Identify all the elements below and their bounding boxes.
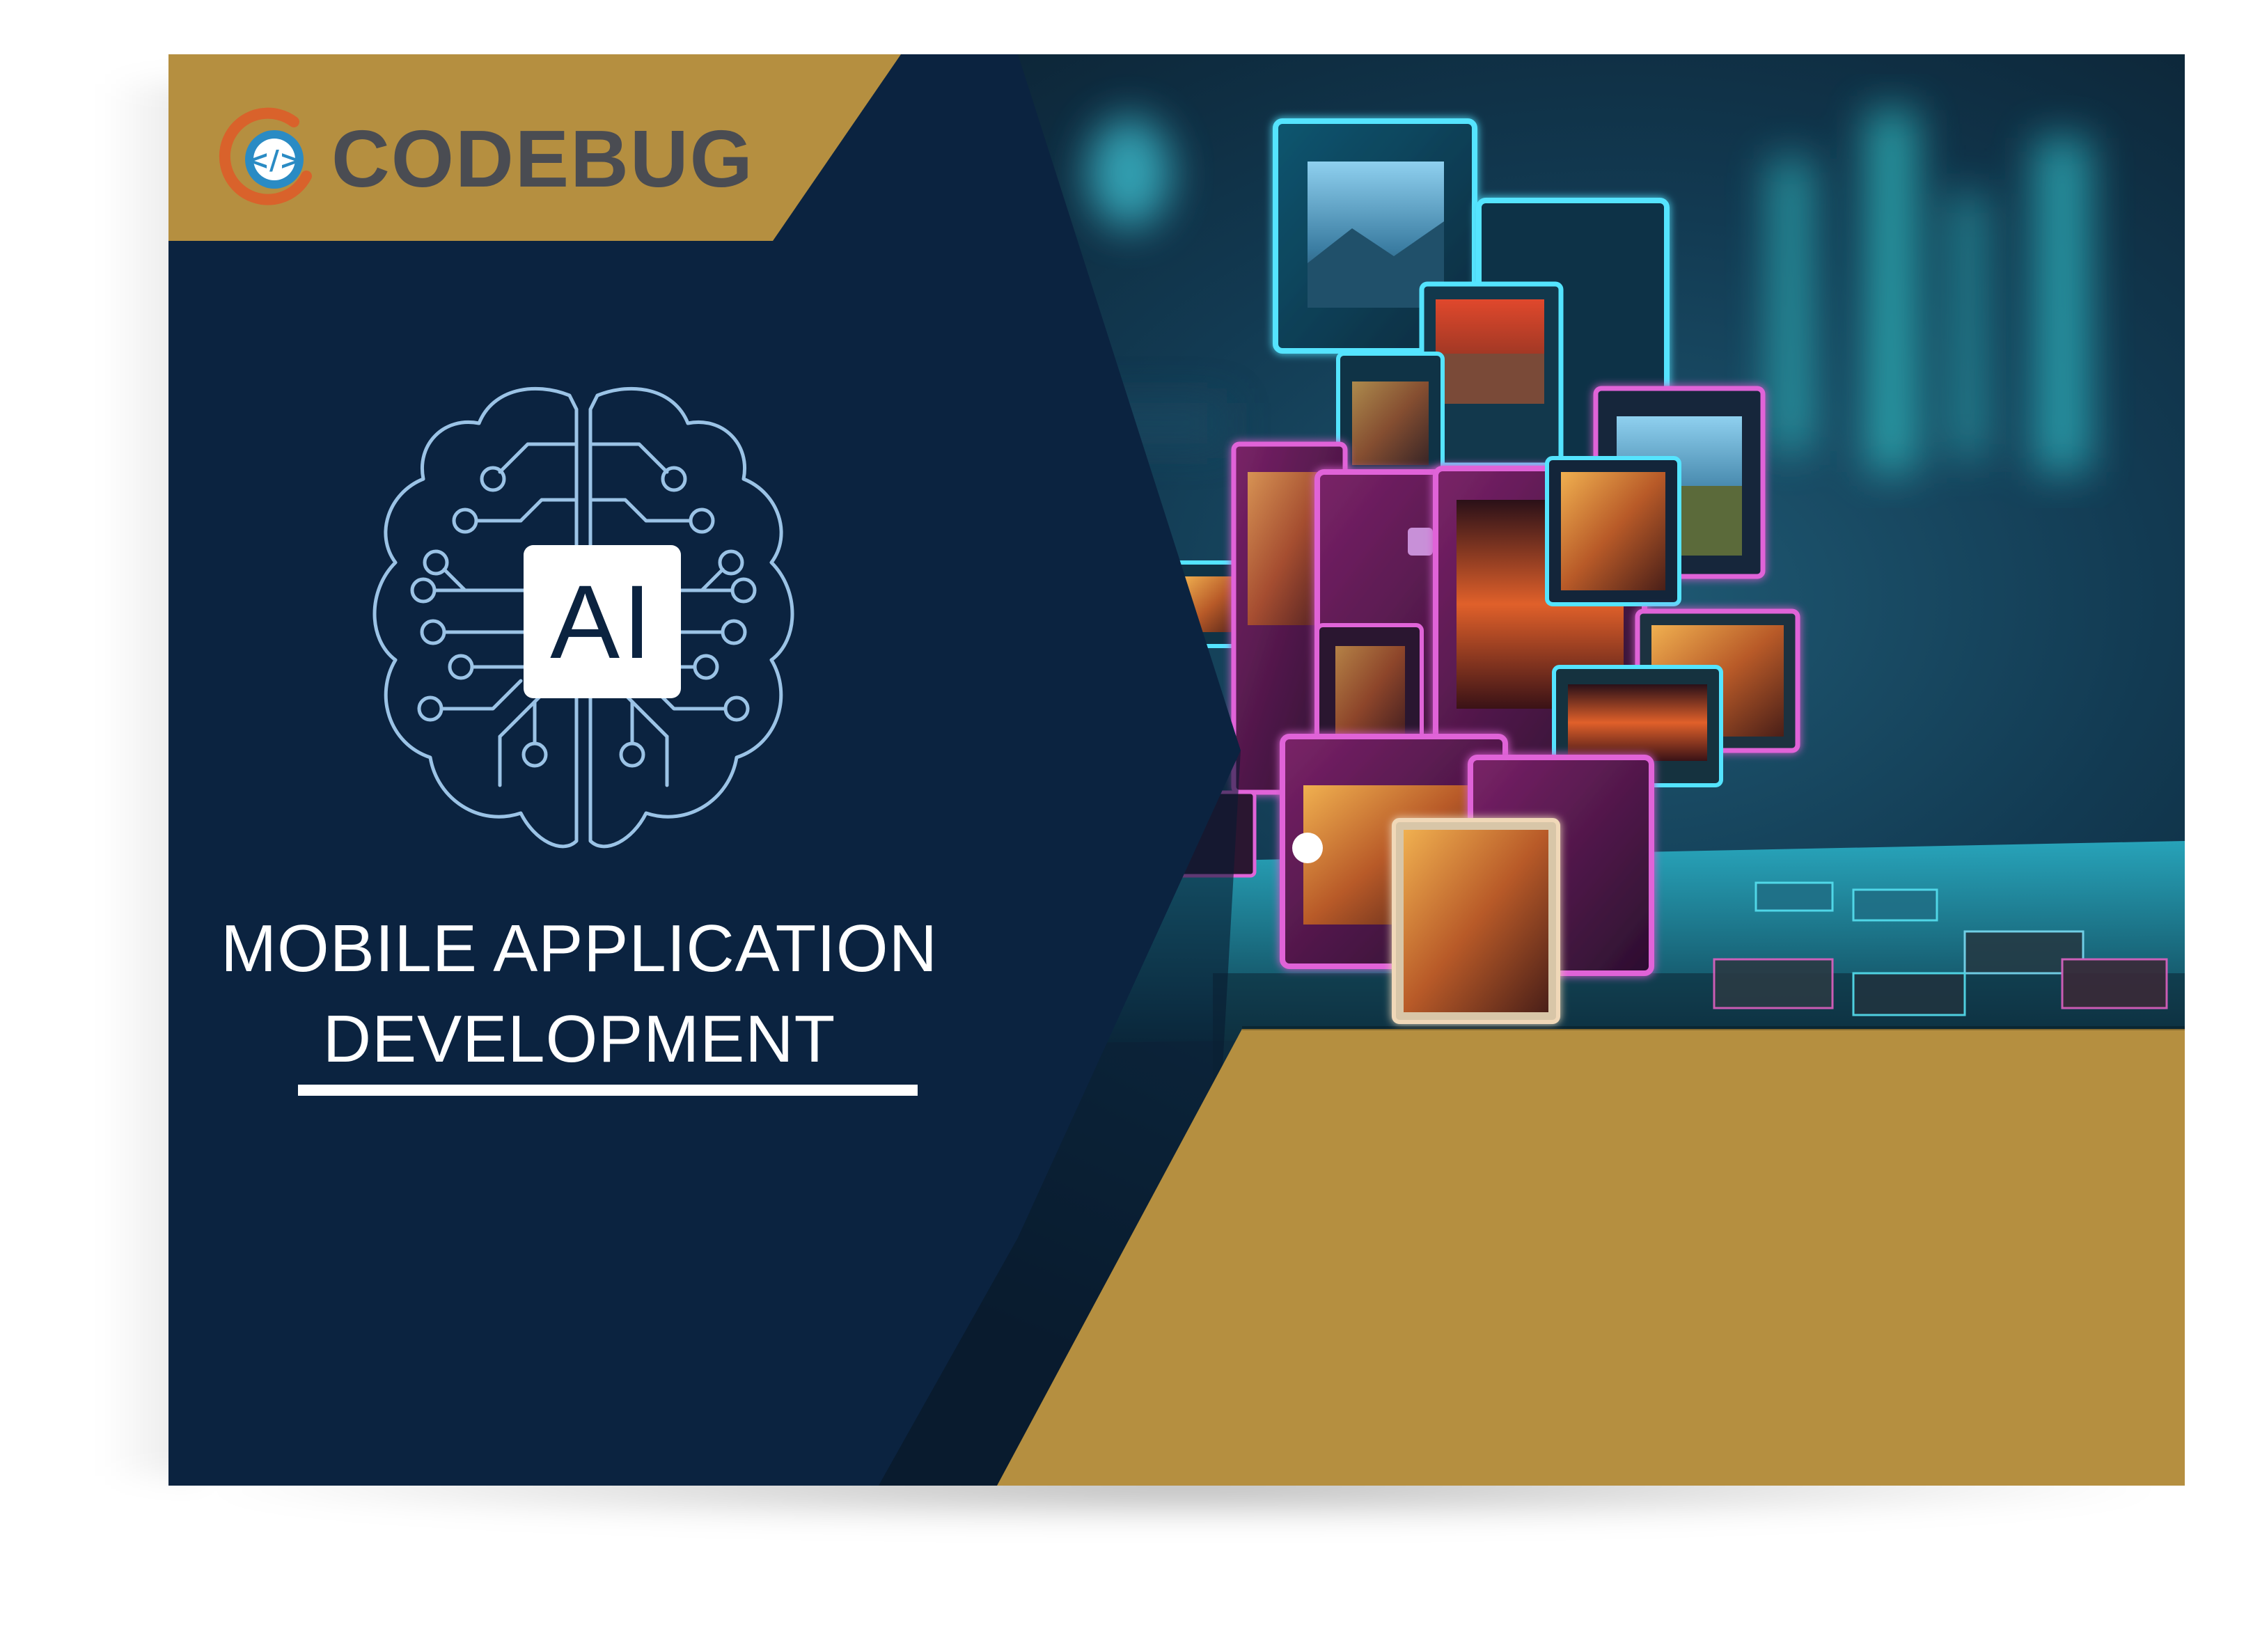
title-underline	[298, 1085, 918, 1096]
page-title: MOBILE APPLICATION DEVELOPMENT	[196, 904, 962, 1085]
svg-text:</>: </>	[247, 145, 301, 175]
ai-badge-label: AI	[550, 563, 654, 680]
page: </> CODEBUG AI MOBILE APPLICATION DEVELO…	[0, 0, 2253, 1652]
ai-badge: AI	[524, 545, 681, 698]
brand-name: CODEBUG	[331, 113, 754, 204]
title-line-1: MOBILE APPLICATION	[221, 911, 938, 986]
title-line-2: DEVELOPMENT	[322, 1002, 836, 1076]
brand-logo: </> CODEBUG	[217, 89, 754, 228]
cover-card: </> CODEBUG AI MOBILE APPLICATION DEVELO…	[168, 54, 2185, 1486]
code-brackets-icon: </>	[217, 107, 322, 211]
